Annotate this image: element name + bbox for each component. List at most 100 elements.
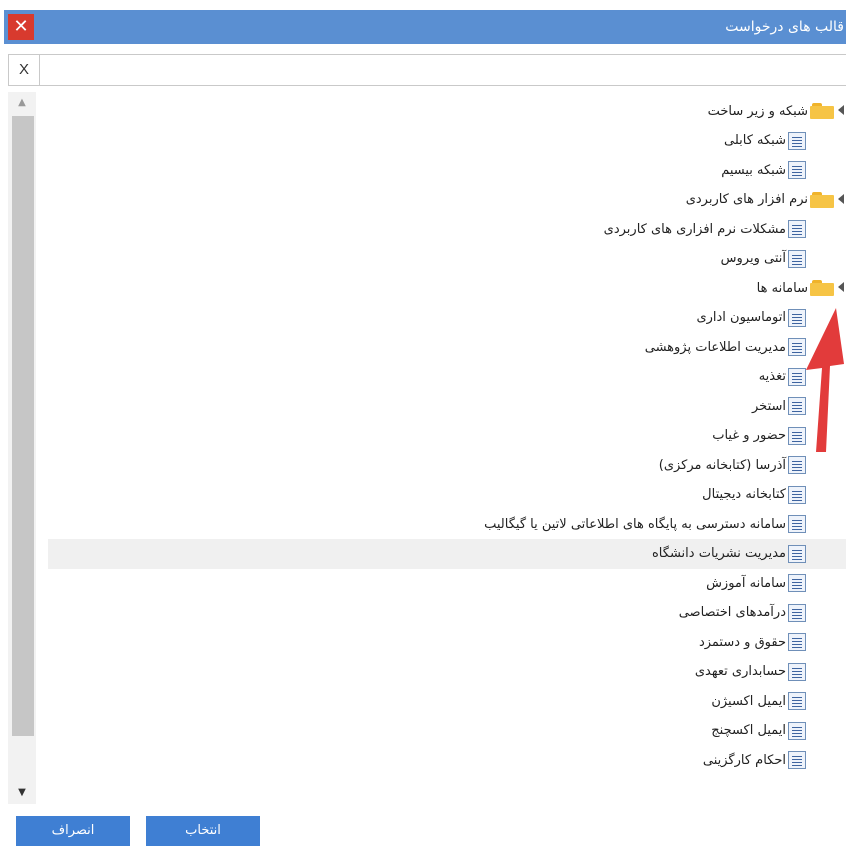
tree-node-content: مدیریت اطلاعات پژوهشی <box>645 332 806 362</box>
tree-item-node[interactable]: درآمدهای اختصاصی <box>48 598 846 628</box>
tree-folder-node[interactable]: نرم افزار های کاربردی <box>48 185 846 215</box>
document-icon <box>788 249 806 268</box>
tree-item-node[interactable]: آذرسا (کتابخانه مرکزی) <box>48 450 846 480</box>
tree-node-content: درآمدهای اختصاصی <box>679 598 806 628</box>
tree-node-label: آنتی ویروس <box>720 251 786 266</box>
tree-node-label: سامانه ها <box>756 280 808 296</box>
tree-item-node[interactable]: کتابخانه دیجیتال <box>48 480 846 510</box>
tree-node-content: اتوماسیون اداری <box>696 303 806 333</box>
tree-item-node[interactable]: مشکلات نرم افزاری های کاربردی <box>48 214 846 244</box>
tree-node-content: آذرسا (کتابخانه مرکزی) <box>659 450 806 480</box>
tree-item-node[interactable]: احکام کارگزینی <box>48 745 846 775</box>
search-input[interactable] <box>41 58 845 82</box>
tree-node-content: ایمیل اکسیژن <box>711 686 806 716</box>
tree-node-label: کتابخانه دیجیتال <box>702 487 786 502</box>
tree-item-node[interactable]: حسابداری تعهدی <box>48 657 846 687</box>
tree-item-node[interactable]: تغذیه <box>48 362 846 392</box>
expand-toggle-icon[interactable] <box>838 282 844 292</box>
tree-node-content: شبکه بیسیم <box>721 155 806 185</box>
tree-node-label: آذرسا (کتابخانه مرکزی) <box>658 457 786 473</box>
tree-node-content: حقوق و دستمزد <box>699 627 806 657</box>
document-icon <box>788 456 806 474</box>
select-button[interactable]: انتخاب <box>146 816 260 846</box>
red-arrow-annotation <box>806 308 844 452</box>
tree-item-node[interactable]: سامانه دسترسی به پایگاه های اطلاعاتی لات… <box>48 509 846 539</box>
tree-node-content: آنتی ویروس <box>721 244 806 274</box>
scroll-up-icon[interactable]: ▲ <box>8 96 36 110</box>
tree-node-label: نرم افزار های کاربردی <box>685 192 808 207</box>
tree-folder-node[interactable]: شبکه و زیر ساخت <box>48 96 846 126</box>
tree-node-label: شبکه و زیر ساخت <box>707 103 808 119</box>
document-icon <box>788 603 806 622</box>
vertical-scrollbar[interactable]: ▲ ▼ <box>8 92 36 804</box>
expand-toggle-icon[interactable] <box>838 105 844 115</box>
search-bar: X <box>8 54 846 86</box>
tree-node-content: مدیریت نشریات دانشگاه <box>652 539 806 569</box>
tree-node-label: حسابداری تعهدی <box>694 664 786 679</box>
tree-node-content: تغذیه <box>759 362 806 392</box>
tree-item-node[interactable]: مدیریت نشریات دانشگاه <box>48 538 846 569</box>
tree-node-label: اتوماسیون اداری <box>696 310 786 325</box>
tree-node-label: مدیریت اطلاعات پژوهشی <box>644 339 786 355</box>
document-icon <box>788 633 806 651</box>
tree-node-label: سامانه دسترسی به پایگاه های اطلاعاتی لات… <box>484 516 786 532</box>
document-icon <box>788 544 806 563</box>
tree-item-node[interactable]: استخر <box>48 391 846 421</box>
tree-node-label: تغذیه <box>758 369 786 384</box>
tree-node-label: درآمدهای اختصاصی <box>678 605 786 620</box>
document-icon <box>788 692 806 710</box>
tree-item-node[interactable]: شبکه بیسیم <box>48 155 846 185</box>
scroll-thumb[interactable] <box>12 116 34 736</box>
tree-item-node[interactable]: ایمیل اکسچنج <box>48 716 846 746</box>
tree-item-node[interactable]: حقوق و دستمزد <box>48 627 846 657</box>
tree-view: شبکه و زیر ساخت شبکه کابلی شبکه بیسیم نرم ا… <box>8 92 846 804</box>
tree-item-node[interactable]: اتوماسیون اداری <box>48 303 846 333</box>
tree-item-node[interactable]: مدیریت اطلاعات پژوهشی <box>48 332 846 362</box>
dialog-footer: انصراف انتخاب <box>8 806 846 852</box>
document-icon <box>788 131 806 150</box>
tree-node-content: حضور و غیاب <box>712 421 806 451</box>
document-icon <box>788 485 806 504</box>
document-icon <box>788 161 806 179</box>
document-icon <box>788 574 806 592</box>
folder-icon <box>810 103 834 119</box>
tree-node-content: سامانه دسترسی به پایگاه های اطلاعاتی لات… <box>484 509 806 539</box>
tree-node-label: ایمیل اکسچنج <box>711 723 786 738</box>
folder-icon <box>810 191 834 208</box>
title-bar: ✕ قالب های درخواست <box>4 10 846 44</box>
cancel-button[interactable]: انصراف <box>16 816 130 846</box>
tree-node-content: شبکه کابلی <box>724 126 806 156</box>
tree-node-content: احکام کارگزینی <box>703 745 806 775</box>
tree-node-label: حقوق و دستمزد <box>698 634 786 650</box>
folder-icon <box>810 280 834 296</box>
tree-node-label: استخر <box>752 398 786 414</box>
tree-node-label: ایمیل اکسیژن <box>711 693 786 709</box>
expand-toggle-icon[interactable] <box>838 193 844 204</box>
tree-node-content: شبکه و زیر ساخت <box>708 96 834 126</box>
tree-node-label: حضور و غیاب <box>712 428 786 443</box>
document-icon <box>788 515 806 533</box>
tree-node-label: مشکلات نرم افزاری های کاربردی <box>603 221 786 237</box>
tree-item-node[interactable]: ایمیل اکسیژن <box>48 686 846 716</box>
close-button[interactable]: ✕ <box>8 14 34 40</box>
tree-item-node[interactable]: آنتی ویروس <box>48 244 846 274</box>
tree-node-content: کتابخانه دیجیتال <box>702 480 806 510</box>
tree-node-label: احکام کارگزینی <box>702 752 786 768</box>
tree-node-content: ایمیل اکسچنج <box>711 716 806 746</box>
tree-item-node[interactable]: حضور و غیاب <box>48 421 846 451</box>
clear-search-button[interactable]: X <box>9 55 40 85</box>
tree-item-node[interactable]: سامانه آموزش <box>48 568 846 598</box>
window-title: قالب های درخواست <box>725 19 844 35</box>
tree-node-content: حسابداری تعهدی <box>695 657 806 687</box>
tree-node-content: مشکلات نرم افزاری های کاربردی <box>604 214 806 244</box>
tree-node-label: شبکه بیسیم <box>721 162 786 178</box>
tree-node-content: نرم افزار های کاربردی <box>686 185 834 215</box>
tree-node-label: مدیریت نشریات دانشگاه <box>652 546 786 561</box>
scroll-down-icon[interactable]: ▼ <box>8 786 36 800</box>
tree-node-content: سامانه آموزش <box>706 568 806 598</box>
tree-item-node[interactable]: شبکه کابلی <box>48 126 846 156</box>
tree-node-content: استخر <box>752 391 806 421</box>
tree-node-label: سامانه آموزش <box>706 575 786 591</box>
tree-folder-node[interactable]: سامانه ها <box>48 273 846 303</box>
tree-node-content: سامانه ها <box>757 273 834 303</box>
